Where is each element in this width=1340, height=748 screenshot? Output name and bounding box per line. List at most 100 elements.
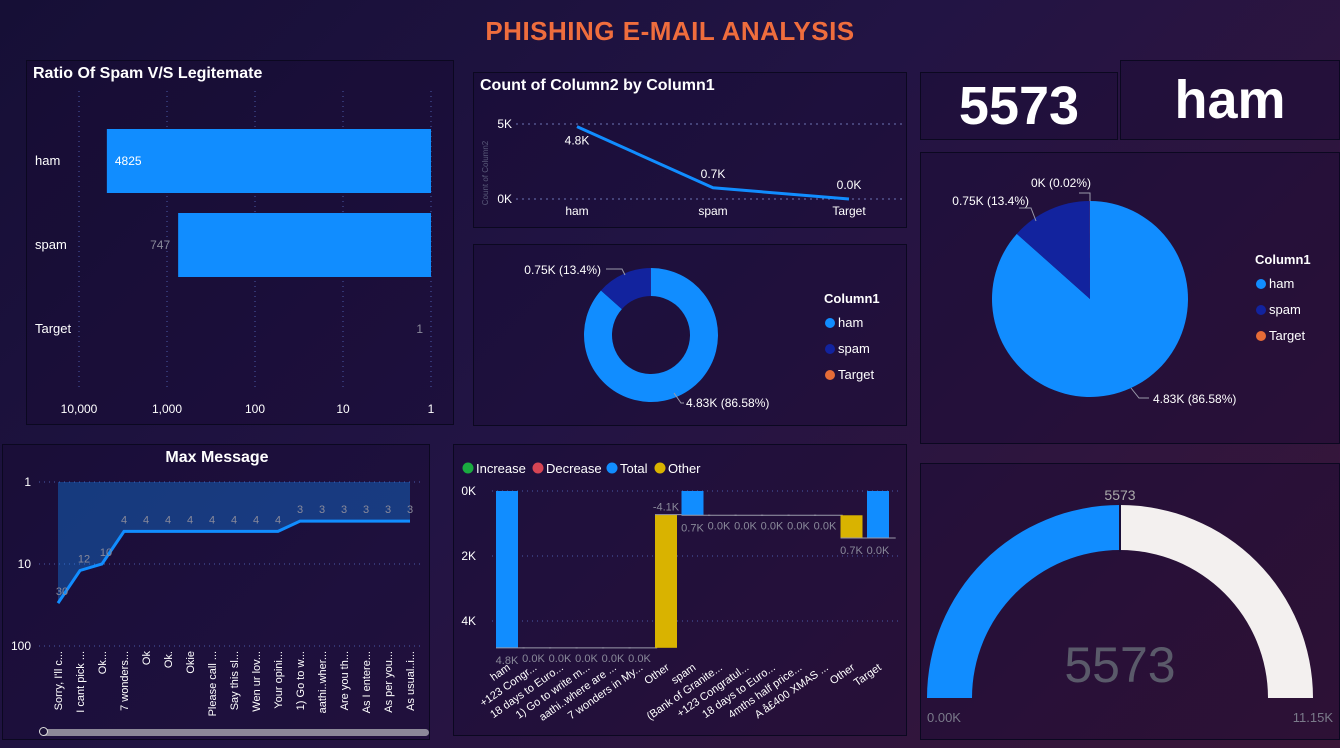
waterfall-data-label: 0.0K xyxy=(628,653,651,665)
x-category-label: Other xyxy=(642,661,672,687)
area-data-label: 3 xyxy=(407,504,413,516)
x-category-label: Ok xyxy=(141,651,153,666)
gauge-panel[interactable]: 5573 5573 0.00K 11.15K xyxy=(920,463,1340,740)
slice-label: 0.75K (13.4%) xyxy=(952,194,1029,208)
waterfall-data-label: 0.0K xyxy=(867,545,890,557)
ratio-panel[interactable]: Ratio Of Spam V/S Legitemate 10,000 1,000… xyxy=(26,60,454,425)
legend-marker-ham xyxy=(825,318,835,328)
ratio-bar-chart: 10,000 1,000 100 10 1 ham 4825 spam 747 Target 1 xyxy=(35,91,435,416)
legend-item-decrease: Decrease xyxy=(546,461,602,476)
slice-label: 4.83K (86.58%) xyxy=(1153,392,1236,406)
legend-marker-other xyxy=(654,462,666,474)
y-tick-label: 1 xyxy=(24,475,31,489)
legend-item-increase: Increase xyxy=(476,461,526,476)
waterfall-data-label: 0.0K xyxy=(734,520,757,532)
y-tick-label: 100 xyxy=(11,639,31,653)
area-data-label: 3 xyxy=(341,504,347,516)
legend-marker-decrease xyxy=(532,462,544,474)
top-label-card-value: ham xyxy=(1174,70,1286,130)
area-data-label: 30 xyxy=(56,586,68,598)
y-category-label: ham xyxy=(35,153,60,168)
waterfall-data-label: 0.0K xyxy=(549,653,572,665)
x-category-label: aathi..wher... xyxy=(317,651,329,713)
y-category-label: spam xyxy=(35,237,67,252)
top-label-card: ham xyxy=(1120,60,1340,140)
x-tick-label: 100 xyxy=(245,402,265,416)
waterfall-bar xyxy=(840,515,863,539)
waterfall-bar xyxy=(496,491,518,648)
pie-panel[interactable]: Column1 ham spam Target 4.83K (86.58%) 0.75K … xyxy=(920,152,1340,444)
waterfall-data-label: 0.0K xyxy=(522,653,545,665)
gauge-chart: 5573 5573 0.00K 11.15K xyxy=(927,487,1334,725)
pie-chart: Column1 ham spam Target 4.83K (86.58%) 0.75K … xyxy=(952,176,1311,406)
x-category-label: Are you th... xyxy=(339,651,351,710)
legend-marker-spam xyxy=(1256,305,1266,315)
slice-label: 4.83K (86.58%) xyxy=(686,396,769,410)
area-data-label: 3 xyxy=(319,504,325,516)
waterfall-panel[interactable]: Increase Decrease Total Other 0K 2K 4K 4.8K ham 0… xyxy=(453,444,907,736)
waterfall-data-label: 0.0K xyxy=(575,653,598,665)
legend-title: Column1 xyxy=(824,291,880,306)
y-tick-label: 0K xyxy=(497,192,512,206)
area-data-label: 4 xyxy=(187,514,193,526)
max-message-area-chart: 1 10 100 30 Sorry, I'll c... 12 I cant pick ..… xyxy=(11,475,423,716)
waterfall-bar xyxy=(655,514,677,648)
line-data-label: 0.7K xyxy=(701,167,726,181)
y-tick-label: 5K xyxy=(497,117,512,131)
count-line-panel[interactable]: Count of Column2 by Column1 5K 0K Count of… xyxy=(473,72,907,228)
x-tick-label: 1 xyxy=(428,402,435,416)
x-category-label: Sorry, I'll c... xyxy=(53,651,65,710)
y-tick-label: 10 xyxy=(18,557,32,571)
gauge-max-label: 11.15K xyxy=(1293,710,1334,725)
bar-spam xyxy=(178,213,431,277)
x-tick-label: 10 xyxy=(336,402,350,416)
waterfall-data-label: 0.7K xyxy=(681,522,704,534)
x-category-label: Okie xyxy=(185,651,197,674)
legend-marker-Target xyxy=(825,370,835,380)
x-category-label: Target xyxy=(852,662,884,689)
legend-item-Target: Target xyxy=(1269,328,1306,343)
x-category-label: spam xyxy=(698,204,727,218)
legend-item-ham: ham xyxy=(1269,276,1294,291)
count-line-chart: 5K 0K Count of Column2 4.8K ham 0.7K spam 0.0K T… xyxy=(481,117,902,218)
bar-ham xyxy=(106,129,431,193)
dashboard-title: PHISHING E-MAIL ANALYSIS xyxy=(485,16,855,46)
y-tick-label: 4K xyxy=(461,614,476,628)
legend-marker-increase xyxy=(462,462,474,474)
waterfall-data-label: 0.0K xyxy=(787,520,810,532)
x-category-label: Your opini... xyxy=(273,651,285,709)
scrollbar-thumb[interactable] xyxy=(39,727,48,736)
legend-marker-Target xyxy=(1256,331,1266,341)
legend-marker-ham xyxy=(1256,279,1266,289)
legend-item-total: Total xyxy=(620,461,648,476)
area-data-label: 4 xyxy=(231,514,237,526)
legend-title: Column1 xyxy=(1255,252,1311,267)
waterfall-data-label: 0.0K xyxy=(708,520,731,532)
waterfall-chart: Increase Decrease Total Other0K2K4K4.8Kham0… xyxy=(461,461,902,724)
waterfall-data-label: 0.0K xyxy=(602,653,625,665)
area-data-label: 12 xyxy=(78,553,90,565)
waterfall-data-label: 0.0K xyxy=(814,520,837,532)
series-line xyxy=(576,125,850,201)
legend-item-ham: ham xyxy=(838,315,863,330)
area-data-label: 3 xyxy=(385,504,391,516)
x-category-label: As I entere... xyxy=(361,651,373,713)
line-data-label: 0.0K xyxy=(837,178,862,192)
slice-label: 0.75K (13.4%) xyxy=(524,263,601,277)
x-category-label: Ok. xyxy=(163,651,175,668)
legend-item-spam: spam xyxy=(1269,302,1301,317)
legend-item-other: Other xyxy=(668,461,701,476)
legend-marker-total xyxy=(606,462,618,474)
x-category-label: Wen ur lov... xyxy=(251,651,263,712)
max-message-panel[interactable]: Max Message 1 10 100 30 Sorry, I'll c... 12 I … xyxy=(2,444,430,740)
area-data-label: 4 xyxy=(209,514,215,526)
area-data-label: 4 xyxy=(121,514,127,526)
donut-panel[interactable]: Column1 ham spam Target 4.83K (86.58%) 0.75K … xyxy=(473,244,907,426)
gauge-target-label: 5573 xyxy=(1104,487,1135,503)
y-tick-label: 0K xyxy=(461,484,476,498)
x-category-label: 1) Go to w... xyxy=(295,651,307,710)
waterfall-bar xyxy=(867,491,889,539)
bar-data-label: 1 xyxy=(416,322,423,336)
horizontal-scrollbar[interactable] xyxy=(39,727,429,736)
x-category-label: ham xyxy=(565,204,588,218)
